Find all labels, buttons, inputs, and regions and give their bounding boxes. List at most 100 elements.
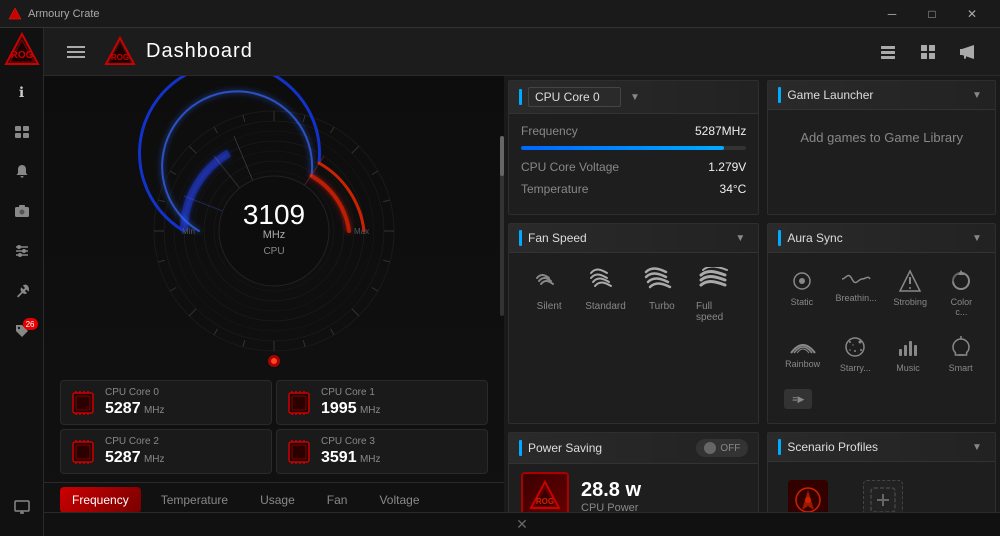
fan-silent-icon [535, 267, 563, 295]
toggle-knob [704, 442, 716, 454]
frequency-bar-fill [521, 146, 724, 150]
tab-temperature[interactable]: Temperature [149, 487, 240, 512]
left-panel: 3109 MHz CPU Min Max [44, 76, 504, 512]
widget-power-saving: Power Saving OFF ROG [508, 432, 759, 512]
fan-option-silent[interactable]: Silent [521, 261, 577, 329]
list-view-button[interactable] [872, 36, 904, 68]
bottom-close-button[interactable]: ✕ [516, 516, 528, 533]
sidebar-item-notifications[interactable] [4, 154, 40, 190]
color-cycle-icon [949, 269, 973, 293]
rog-logo: ROG [4, 32, 40, 68]
aura-mode-strobing[interactable]: Strobing [889, 263, 932, 323]
notification-badge: 26 [23, 318, 38, 330]
cpu-core-unit-1: MHz [360, 405, 381, 416]
aura-content: Static Breathin... [768, 253, 995, 423]
power-content: ROG 28.8 w CPU Power [509, 464, 758, 512]
aura-row-2: Rainbow S [780, 329, 983, 379]
tab-fan[interactable]: Fan [315, 487, 360, 512]
aura-mode-starry[interactable]: Starry... [833, 329, 878, 379]
svg-text:Min: Min [182, 227, 195, 236]
power-header: Power Saving OFF [509, 433, 758, 464]
devices-icon [14, 123, 30, 142]
fan-standard-icon [589, 267, 621, 295]
cpu-core-freq-2: 5287 [105, 449, 141, 466]
sidebar-item-info[interactable]: ℹ [4, 74, 40, 110]
aura-mode-breathing[interactable]: Breathin... [832, 263, 881, 323]
power-saving-toggle[interactable]: OFF [696, 439, 748, 457]
smart-icon [949, 335, 973, 359]
cpu-core-selector[interactable]: CPU Core 0 CPU Core 1 CPU Core 2 CPU Cor… [528, 87, 621, 107]
aura-mode-static[interactable]: Static [780, 263, 823, 323]
aura-label-color-cycle: Color c... [944, 297, 979, 317]
sidebar-item-sliders[interactable] [4, 234, 40, 270]
static-icon [790, 269, 814, 293]
sidebar-item-wrench[interactable] [4, 274, 40, 310]
scenario-widget-chevron[interactable]: ▼ [969, 439, 985, 455]
fan-widget-chevron[interactable]: ▼ [732, 230, 748, 246]
close-button[interactable]: ✕ [952, 0, 992, 28]
cpu-core-label-1: CPU Core 1 [321, 387, 479, 398]
tab-usage[interactable]: Usage [248, 487, 307, 512]
sidebar-item-tag[interactable]: 26 [4, 314, 40, 350]
music-icon [896, 335, 920, 359]
rainbow-icon [789, 335, 817, 355]
maximize-button[interactable]: □ [912, 0, 952, 28]
aura-header: Aura Sync ▼ [768, 224, 995, 253]
fan-speed-content: Silent [509, 253, 758, 337]
gauge-svg: 3109 MHz CPU Min Max [104, 76, 444, 376]
scroll-indicator [500, 136, 504, 316]
game-widget-chevron[interactable]: ▼ [969, 87, 985, 103]
sidebar-item-devices[interactable] [4, 114, 40, 150]
titlebar-left: Armoury Crate [8, 7, 100, 21]
right-row-3: Power Saving OFF ROG [504, 428, 1000, 512]
power-icon-box: ROG [521, 472, 569, 512]
aura-mode-music[interactable]: Music [886, 329, 931, 379]
menu-button[interactable] [60, 36, 92, 68]
power-label: CPU Power [581, 502, 746, 513]
aura-row-1: Static Breathin... [780, 263, 983, 323]
sidebar-item-camera[interactable] [4, 194, 40, 230]
sidebar-item-display[interactable] [4, 490, 40, 526]
widget-scenario-profiles: Scenario Profiles ▼ [767, 432, 996, 512]
fan-option-standard[interactable]: Standard [577, 261, 633, 329]
scenario-content: Profile 1 [768, 462, 995, 512]
game-launcher-header: Game Launcher ▼ [768, 81, 995, 110]
fan-label-standard: Standard [585, 301, 626, 312]
power-saving-title: Power Saving [528, 441, 690, 455]
voltage-value: 1.279V [708, 160, 746, 174]
aura-widget-chevron[interactable]: ▼ [969, 230, 985, 246]
aura-mode-smart[interactable]: Smart [938, 329, 983, 379]
aura-extra-icon[interactable]: ≡▶ [784, 389, 812, 409]
scroll-bar[interactable] [498, 76, 504, 376]
widget-fan-speed: Fan Speed ▼ [508, 223, 759, 424]
widget-game-launcher: Game Launcher ▼ Add games to Game Librar… [767, 80, 996, 215]
titlebar: Armoury Crate ─ □ ✕ [0, 0, 1000, 28]
tab-frequency[interactable]: Frequency [60, 487, 141, 512]
tab-voltage[interactable]: Voltage [367, 487, 431, 512]
widget-chevron[interactable]: ▼ [627, 89, 643, 105]
scenario-create-new[interactable]: Create New [848, 472, 917, 512]
app-title: Armoury Crate [28, 8, 100, 20]
fan-option-turbo[interactable]: Turbo [634, 261, 690, 329]
right-row-1: CPU Core 0 CPU Core 1 CPU Core 2 CPU Cor… [504, 76, 1000, 219]
grid-view-button[interactable] [912, 36, 944, 68]
cpu-core-box-0: CPU Core 0 5287 MHz [60, 380, 272, 425]
aura-mode-color-cycle[interactable]: Color c... [940, 263, 983, 323]
cpu-core-info-0: CPU Core 0 5287 MHz [105, 387, 263, 418]
info-icon: ℹ [19, 84, 24, 101]
announcement-button[interactable] [952, 36, 984, 68]
bottom-bar: ✕ [44, 512, 1000, 536]
game-launcher-content: Add games to Game Library [768, 110, 995, 165]
aura-sync-title: Aura Sync [787, 231, 963, 245]
cpu-core-info-2: CPU Core 2 5287 MHz [105, 436, 263, 467]
header: ROG Dashboard [44, 28, 1000, 76]
cpu-core-box-1: CPU Core 1 1995 MHz [276, 380, 488, 425]
rog-power-icon: ROG [529, 480, 561, 512]
fan-header-accent [519, 230, 522, 246]
widget-cpu-core0: CPU Core 0 CPU Core 1 CPU Core 2 CPU Cor… [508, 80, 759, 215]
aura-mode-rainbow[interactable]: Rainbow [780, 329, 825, 379]
fan-option-full[interactable]: Full speed [690, 261, 746, 329]
scenario-header-accent [778, 439, 781, 455]
scenario-profile-1[interactable]: Profile 1 [780, 472, 836, 512]
minimize-button[interactable]: ─ [872, 0, 912, 28]
